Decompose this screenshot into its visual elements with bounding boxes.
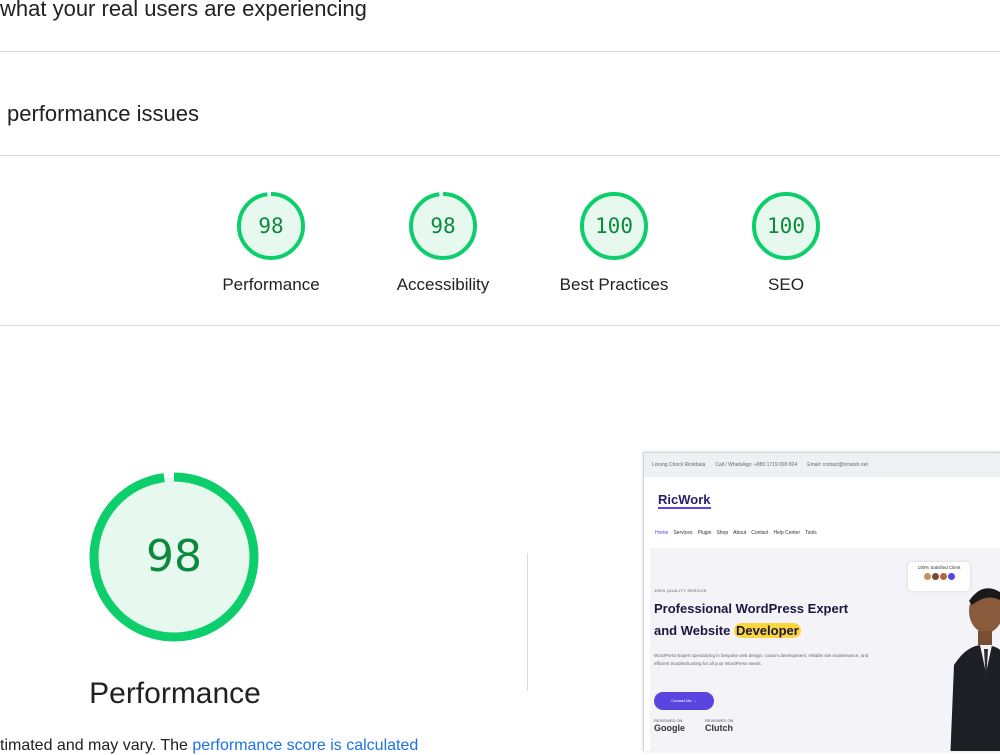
thumb-nav-item: About [733, 530, 747, 536]
thumb-nav-item: Services [673, 530, 693, 536]
thumb-headline-line2: and Website Developer [654, 623, 801, 638]
thumb-nav-item: Contact [751, 530, 769, 536]
thumb-topbar-email: Email: contact@ricwork.net [807, 462, 868, 468]
score-ring: 100 [751, 191, 821, 261]
vertical-divider [527, 553, 528, 691]
gauge-best-practices[interactable]: 100 Best Practices [549, 191, 679, 295]
thumb-topbar-location: Lorung Chock Rimkbala [652, 462, 706, 468]
thumb-headline-highlight: Developer [733, 623, 801, 638]
divider [0, 51, 1000, 52]
gauge-seo[interactable]: 100 SEO [721, 191, 851, 295]
thumb-badge-google: REVIEWED ON Google [654, 718, 685, 733]
performance-score-value: 98 [146, 531, 202, 582]
score-value: 98 [258, 214, 284, 238]
performance-score-link[interactable]: performance score is calculated [192, 737, 418, 754]
thumb-nav-item: Home [655, 530, 669, 536]
thumb-topbar: Lorung Chock Rimkbala Call / WhatsApp: +… [644, 453, 1000, 477]
thumb-description: WordPress Expert specializing in bespoke… [654, 653, 869, 666]
thumb-hero: 100% QUALITY SERVICE Professional WordPr… [650, 548, 1000, 751]
score-value: 100 [595, 214, 633, 238]
thumb-nav-item: Plugin [697, 530, 712, 536]
thumb-person-image [950, 588, 1000, 751]
thumb-cta-button: Contact Me → [654, 692, 714, 710]
gauge-label: Accessibility [396, 275, 490, 294]
thumb-headline-line1: Professional WordPress Expert [654, 601, 849, 616]
score-ring: 98 [236, 191, 306, 261]
thumb-nav-item: Tools [805, 530, 817, 536]
score-ring: 100 [579, 191, 649, 261]
thumb-badges: REVIEWED ON Google REVIEWED ON Clutch [654, 718, 733, 733]
gauge-label: Best Practices [559, 275, 669, 294]
divider [0, 325, 1000, 326]
score-ring: 98 [408, 191, 478, 261]
score-value: 100 [767, 214, 805, 238]
thumb-badge-clutch: REVIEWED ON Clutch [705, 718, 734, 733]
footnote-text: timated and may vary. The [0, 737, 193, 754]
gauge-accessibility[interactable]: 98 Accessibility [378, 191, 508, 295]
gauge-label: SEO [768, 275, 804, 294]
gauge-label: Performance [222, 275, 320, 294]
thumb-nav-item: Help Center [773, 530, 801, 536]
thumb-headline: Professional WordPress Expert and Websit… [654, 598, 894, 642]
thumb-topbar-phone: Call / WhatsApp: +880 1719 090 824 [715, 462, 798, 468]
diagnose-section-title: performance issues [7, 101, 199, 126]
thumb-nav-item: Shop [716, 530, 729, 536]
thumb-logo: RicWork [658, 492, 711, 509]
performance-footnote: timated and may vary. The performance sc… [0, 737, 418, 755]
performance-score-gauge: 98 [87, 470, 261, 644]
thumb-eyebrow: 100% QUALITY SERVICE [654, 588, 707, 593]
gauge-performance[interactable]: 98 Performance [206, 191, 336, 295]
divider [0, 155, 1000, 156]
performance-title: Performance [89, 677, 261, 710]
score-value: 98 [430, 214, 456, 238]
crux-section-title: what your real users are experiencing [0, 0, 367, 21]
final-screenshot-thumbnail[interactable]: Lorung Chock Rimkbala Call / WhatsApp: +… [643, 452, 1000, 751]
thumb-nav: Home Services Plugin Shop About Contact … [655, 530, 817, 536]
